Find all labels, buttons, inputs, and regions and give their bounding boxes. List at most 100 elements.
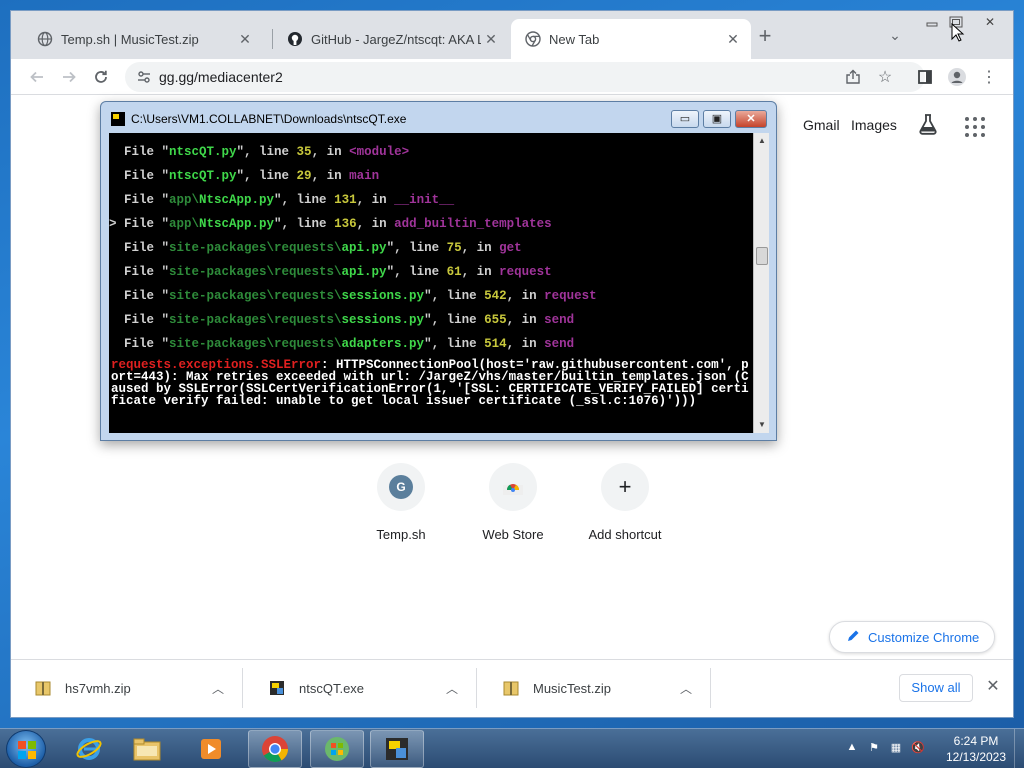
start-button[interactable] — [6, 730, 46, 768]
download-filename: MusicTest.zip — [533, 680, 612, 696]
close-tab-icon[interactable]: ✕ — [235, 31, 255, 48]
show-desktop-button[interactable] — [1014, 729, 1024, 768]
shortcut-temp-sh[interactable]: G Temp.sh — [345, 463, 457, 542]
shortcut-letter-icon: G — [389, 475, 413, 499]
traceback-line: File "ntscQT.py", line 29, in main — [109, 169, 380, 183]
console-scrollbar[interactable]: ▲ ▼ — [753, 133, 769, 433]
share-icon[interactable] — [841, 65, 865, 89]
menu-kebab-icon[interactable]: ⋮ — [977, 65, 1001, 89]
google-apps-icon[interactable] — [965, 117, 985, 137]
reload-icon[interactable] — [89, 65, 113, 89]
traceback-line: File "ntscQT.py", line 35, in <module> — [109, 145, 410, 159]
internet-explorer-icon — [76, 738, 102, 760]
chevron-up-icon[interactable]: ︿ — [674, 680, 698, 697]
shortcut-tile: + — [601, 463, 649, 511]
traceback-line: File "site-packages\requests\sessions.py… — [109, 289, 597, 303]
taskbar-media-player[interactable] — [184, 730, 238, 768]
chevron-up-icon[interactable]: ︿ — [440, 680, 464, 697]
system-clock[interactable]: 6:24 PM 12/13/2023 — [936, 733, 1016, 765]
address-bar[interactable]: gg.gg/mediacenter2 — [125, 62, 925, 92]
scroll-up-arrow-icon[interactable]: ▲ — [754, 133, 770, 149]
action-center-flag-icon[interactable]: ⚑ — [866, 739, 882, 755]
windows-orb-icon — [325, 737, 349, 761]
shortcut-label: Add shortcut — [588, 527, 662, 542]
download-item[interactable]: MusicTest.zip ︿ — [479, 668, 711, 708]
tab-new-tab[interactable]: New Tab ✕ — [511, 19, 751, 59]
taskbar-internet-explorer[interactable] — [62, 730, 116, 768]
gmail-link[interactable]: Gmail — [803, 117, 840, 133]
tab-github[interactable]: GitHub - JargeZ/ntscqt: AKA LineDoubler … — [273, 19, 509, 59]
network-icon[interactable]: ▦ — [888, 739, 904, 755]
volume-muted-icon[interactable]: 🔇 — [910, 739, 926, 755]
taskbar-file-explorer[interactable] — [120, 730, 174, 768]
console-output[interactable]: File "ntscQT.py", line 35, in <module> F… — [109, 133, 753, 433]
system-tray: ▲ ⚑ ▦ 🔇 — [844, 739, 926, 755]
browser-toolbar: gg.gg/mediacenter2 ☆ ⋮ — [11, 59, 1013, 95]
url-text: gg.gg/mediacenter2 — [159, 69, 283, 85]
console-titlebar: C:\Users\VM1.COLLABNET\Downloads\ntscQT.… — [111, 108, 406, 130]
side-panel-icon[interactable] — [913, 65, 937, 89]
taskbar-ntscqt[interactable] — [370, 730, 424, 768]
clock-date: 12/13/2023 — [945, 750, 1007, 764]
exe-file-icon — [269, 680, 285, 696]
console-maximize-button[interactable]: ▣ — [703, 110, 731, 128]
error-message: requests.exceptions.SSLError: HTTPSConne… — [111, 359, 751, 408]
zip-file-icon — [35, 680, 51, 696]
tab-title: New Tab — [549, 31, 600, 47]
console-minimize-button[interactable]: ▭ — [671, 110, 699, 128]
console-close-button[interactable]: ✕ — [735, 110, 767, 128]
chrome-icon — [525, 31, 541, 47]
site-info-icon[interactable] — [137, 69, 151, 90]
tab-search-chevron-icon[interactable]: ⌄ — [885, 27, 905, 47]
windows-logo-icon — [18, 741, 36, 759]
media-player-icon — [201, 739, 221, 759]
taskbar-chrome[interactable] — [248, 730, 302, 768]
globe-icon — [37, 31, 53, 47]
tab-strip: Temp.sh | MusicTest.zip ✕ GitHub - Jarge… — [11, 11, 1013, 59]
ntscqt-app-icon — [386, 738, 408, 760]
show-hidden-icons-icon[interactable]: ▲ — [844, 739, 860, 755]
taskbar: ▲ ⚑ ▦ 🔇 6:24 PM 12/13/2023 — [0, 728, 1024, 768]
shortcut-tile: G — [377, 463, 425, 511]
shortcut-add[interactable]: + Add shortcut — [569, 463, 681, 542]
traceback-line: > File "app\NtscApp.py", line 136, in ad… — [109, 217, 552, 231]
download-bar: hs7vmh.zip ︿ ntscQT.exe ︿ MusicTest.zip … — [11, 659, 1013, 717]
tab-title: GitHub - JargeZ/ntscqt: AKA LineDoubler — [311, 31, 481, 47]
labs-flask-icon[interactable] — [917, 113, 939, 140]
tab-temp-sh[interactable]: Temp.sh | MusicTest.zip ✕ — [23, 19, 263, 59]
close-tab-icon[interactable]: ✕ — [481, 31, 501, 48]
images-link[interactable]: Images — [851, 117, 897, 133]
download-filename: hs7vmh.zip — [65, 680, 131, 696]
scroll-thumb[interactable] — [756, 247, 768, 265]
back-arrow-icon[interactable] — [25, 65, 49, 89]
show-all-button[interactable]: Show all — [899, 674, 973, 702]
close-window-button[interactable]: ✕ — [973, 13, 1007, 31]
traceback-line: File "app\NtscApp.py", line 131, in __in… — [109, 193, 455, 207]
close-tab-icon[interactable]: ✕ — [723, 31, 743, 48]
shortcut-label: Web Store — [482, 527, 544, 542]
download-item[interactable]: hs7vmh.zip ︿ — [11, 668, 243, 708]
clock-time: 6:24 PM — [953, 734, 999, 748]
chevron-up-icon[interactable]: ︿ — [206, 680, 230, 697]
pencil-icon — [846, 629, 860, 646]
tab-title: Temp.sh | MusicTest.zip — [61, 31, 199, 47]
customize-chrome-button[interactable]: Customize Chrome — [829, 621, 995, 653]
shortcut-label: Temp.sh — [376, 527, 426, 542]
shortcut-tile — [489, 463, 537, 511]
forward-arrow-icon[interactable] — [57, 65, 81, 89]
traceback-line: File "site-packages\requests\api.py", li… — [109, 265, 552, 279]
close-download-bar-icon[interactable]: ✕ — [983, 676, 1003, 696]
traceback-line: File "site-packages\requests\sessions.py… — [109, 313, 575, 327]
download-item[interactable]: ntscQT.exe ︿ — [245, 668, 477, 708]
console-title: C:\Users\VM1.COLLABNET\Downloads\ntscQT.… — [131, 112, 407, 126]
traceback-line: File "site-packages\requests\api.py", li… — [109, 241, 522, 255]
bookmark-star-icon[interactable]: ☆ — [873, 65, 897, 89]
new-tab-button[interactable]: + — [753, 25, 777, 49]
download-filename: ntscQT.exe — [299, 680, 365, 696]
taskbar-windows-app[interactable] — [310, 730, 364, 768]
github-icon — [287, 31, 303, 47]
shortcut-web-store[interactable]: Web Store — [457, 463, 569, 542]
chrome-logo-icon — [262, 736, 289, 763]
scroll-down-arrow-icon[interactable]: ▼ — [754, 417, 770, 433]
profile-avatar-icon[interactable] — [945, 65, 969, 89]
